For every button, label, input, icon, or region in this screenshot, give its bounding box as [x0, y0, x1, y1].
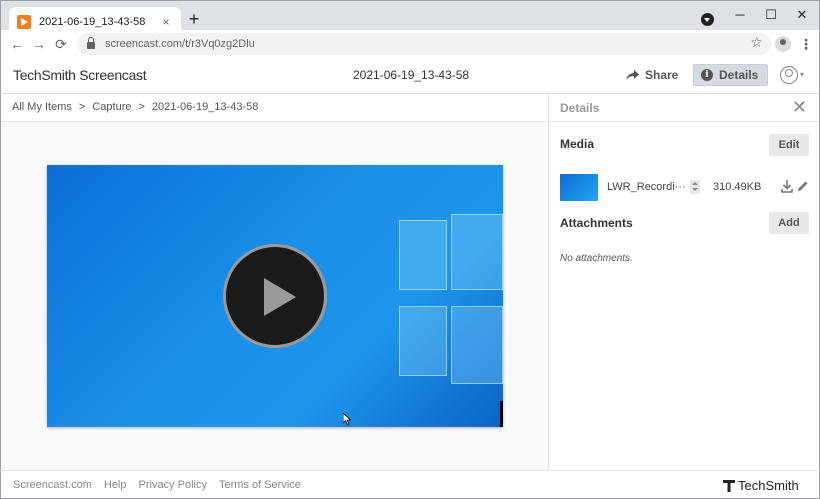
lock-icon — [87, 37, 95, 49]
footer-link-screencast[interactable]: Screencast.com — [13, 479, 92, 491]
no-attachments-text: No attachments. — [560, 253, 633, 264]
techsmith-logo-icon — [723, 479, 735, 492]
share-arrow-icon — [626, 70, 639, 80]
techsmith-brand-logo[interactable]: TechSmith — [723, 478, 799, 493]
video-player[interactable] — [47, 165, 503, 427]
tab-title: 2021-06-19_13-43-58 — [39, 16, 146, 28]
media-file-name[interactable]: LWR_Recordi··· — [607, 181, 686, 193]
reload-button[interactable]: ⟳ — [51, 34, 71, 54]
details-label: Details — [719, 68, 759, 82]
footer-link-privacy[interactable]: Privacy Policy — [139, 479, 207, 491]
maximize-button[interactable]: ☐ — [756, 5, 786, 25]
pencil-edit-icon[interactable] — [797, 180, 809, 192]
breadcrumb-item-all-my-items[interactable]: All My Items — [12, 101, 72, 114]
breadcrumb-separator: > — [78, 101, 86, 113]
breadcrumb-item-current: 2021-06-19_13-43-58 — [151, 101, 259, 113]
browser-profile-icon[interactable] — [701, 13, 714, 26]
taskbar-edge — [500, 401, 503, 427]
details-title: Details — [560, 101, 600, 115]
info-icon: i — [701, 69, 713, 81]
play-button[interactable] — [223, 244, 327, 348]
breadcrumb-item-capture[interactable]: Capture — [92, 101, 131, 114]
footer: Screencast.com Help Privacy Policy Terms… — [0, 470, 820, 499]
close-icon[interactable]: ✕ — [792, 97, 807, 118]
minimize-button[interactable]: ─ — [725, 5, 755, 25]
breadcrumb-separator: > — [138, 101, 145, 113]
footer-links: Screencast.com Help Privacy Policy Terms… — [13, 479, 301, 491]
window-close-button[interactable]: ✕ — [787, 5, 817, 25]
brand-label: TechSmith — [738, 478, 799, 493]
user-account-icon[interactable] — [780, 66, 798, 84]
details-button[interactable]: i Details — [693, 64, 768, 86]
screencast-favicon-icon — [17, 15, 31, 29]
techsmith-screencast-logo[interactable]: TechSmith Screencast — [13, 67, 147, 83]
media-file-size: 310.49KB — [713, 181, 762, 193]
tab-close-icon[interactable]: × — [159, 15, 173, 29]
new-tab-button[interactable]: + — [185, 9, 203, 29]
back-button[interactable]: ← — [7, 34, 27, 54]
edit-button[interactable]: Edit — [769, 134, 809, 156]
account-avatar-icon[interactable] — [775, 36, 791, 52]
attachments-heading: Attachments — [560, 216, 633, 230]
page-title: 2021-06-19_13-43-58 — [353, 68, 470, 82]
chevron-down-icon[interactable]: ▾ — [800, 70, 804, 79]
footer-link-help[interactable]: Help — [104, 479, 127, 491]
app-header: TechSmith Screencast 2021-06-19_13-43-58… — [0, 58, 820, 94]
browser-toolbar: ← → ⟳ screencast.com/t/r3Vq0zg2Dlu ☆ ⋮ — [0, 30, 820, 58]
media-thumbnail[interactable] — [560, 174, 598, 201]
main-content: All My Items > Capture > 2021-06-19_13-4… — [0, 94, 549, 470]
forward-button[interactable]: → — [29, 34, 49, 54]
address-bar[interactable]: screencast.com/t/r3Vq0zg2Dlu ☆ — [77, 33, 771, 55]
browser-menu-icon[interactable]: ⋮ — [799, 34, 813, 54]
share-button[interactable]: Share — [625, 68, 678, 82]
windows-logo-wallpaper — [399, 214, 503, 390]
url-text: screencast.com/t/r3Vq0zg2Dlu — [105, 38, 255, 50]
share-label: Share — [645, 68, 679, 82]
details-header: Details ✕ — [549, 94, 819, 122]
breadcrumb: All My Items > Capture > 2021-06-19_13-4… — [1, 94, 549, 122]
bookmark-star-icon[interactable]: ☆ — [750, 34, 763, 51]
sort-stepper-icon[interactable] — [690, 180, 700, 194]
media-heading: Media — [560, 137, 595, 151]
add-attachment-button[interactable]: Add — [769, 212, 809, 234]
details-panel: Details ✕ Media Edit LWR_Recordi··· 310.… — [548, 94, 820, 470]
mouse-cursor-icon — [343, 413, 351, 425]
download-icon[interactable] — [781, 180, 793, 193]
footer-link-terms[interactable]: Terms of Service — [219, 479, 301, 491]
